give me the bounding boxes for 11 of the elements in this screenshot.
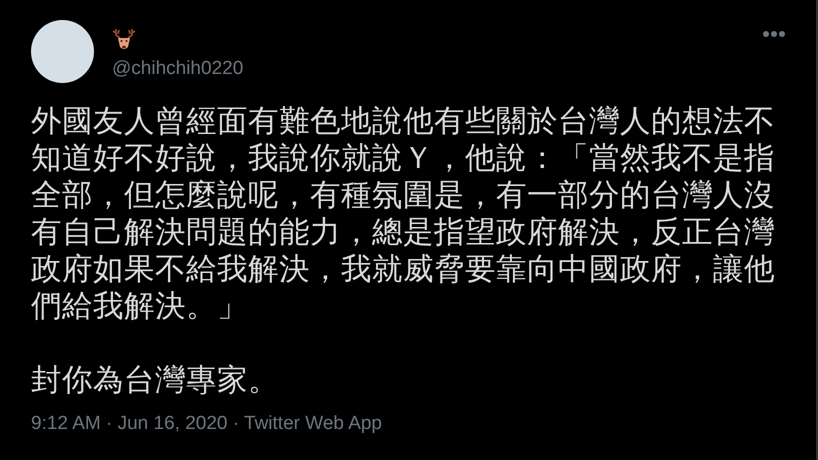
deer-head-icon: [112, 28, 136, 52]
tweet-timestamp: 9:12 AM · Jun 16, 2020 · Twitter Web App: [31, 413, 383, 435]
tweet-text-line: 封你為台灣專家。: [31, 362, 280, 399]
tweet-text-line: 們給我解決。」: [31, 288, 249, 325]
tweet-text-line: 全部，但怎麼說呢，有種氛圍是，有一部分的台灣人沒: [31, 177, 776, 214]
tweet-text-line: 有自己解決問題的能力，總是指望政府解決，反正台灣: [31, 214, 776, 251]
more-options-icon[interactable]: [762, 30, 786, 38]
tweet-text-line: 知道好不好說，我說你就說Ｙ，他說：「當然我不是指: [31, 140, 776, 177]
tweet-text-line: 外國友人曾經面有難色地說他有些關於台灣人的想法不: [31, 103, 776, 140]
user-handle[interactable]: @chihchih0220: [112, 58, 244, 80]
tweet-text-line: 政府如果不給我解決，我就威脅要靠向中國政府，讓他: [31, 251, 776, 288]
